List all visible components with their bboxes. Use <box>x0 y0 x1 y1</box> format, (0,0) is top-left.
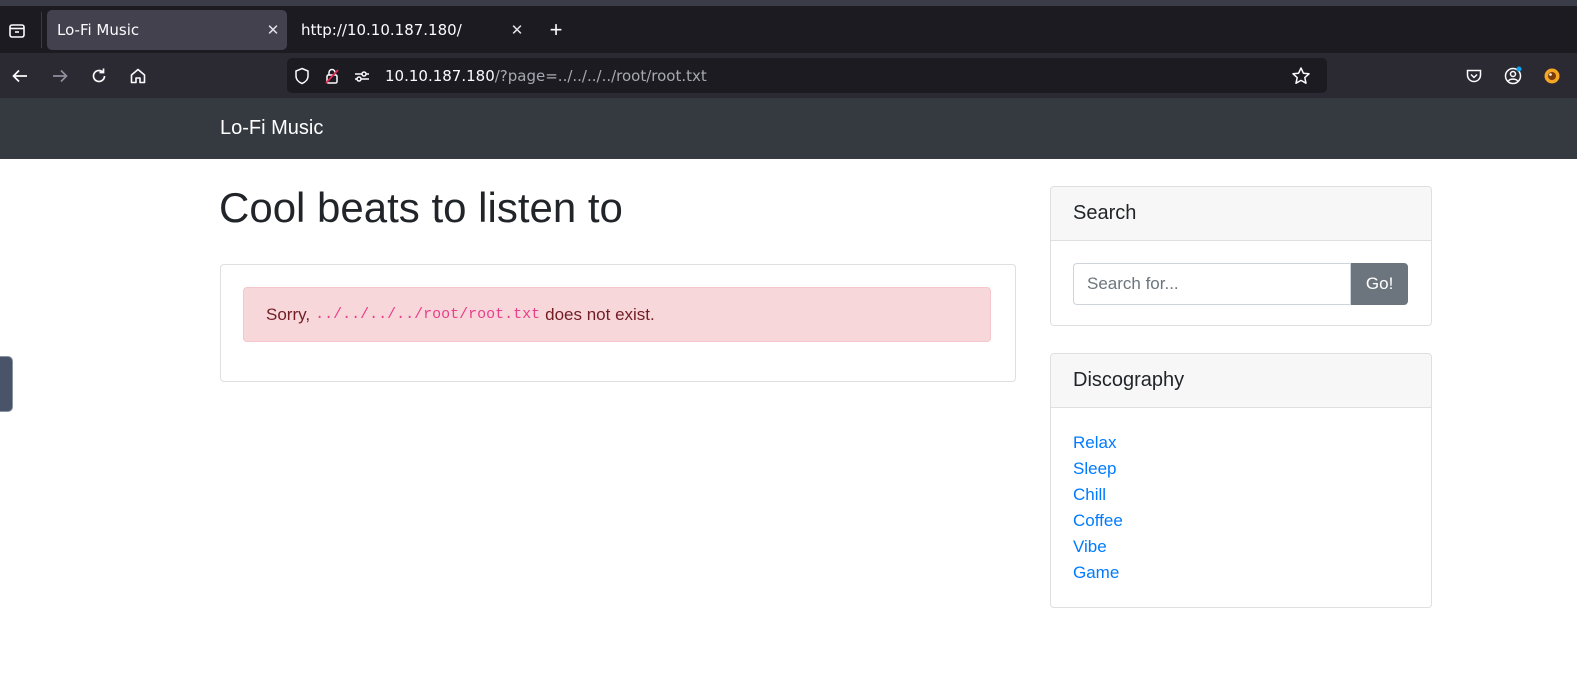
tab-overview-button[interactable] <box>2 14 32 46</box>
shield-icon[interactable] <box>291 65 313 87</box>
arrow-right-icon <box>53 69 68 83</box>
list-item: Relax <box>1073 433 1431 459</box>
discography-widget: Discography Relax Sleep Chill Coffee Vib… <box>1050 353 1432 608</box>
discography-link-sleep[interactable]: Sleep <box>1073 459 1116 478</box>
close-tab-icon[interactable]: ✕ <box>259 21 287 39</box>
discography-link-game[interactable]: Game <box>1073 563 1119 582</box>
discography-link-coffee[interactable]: Coffee <box>1073 511 1123 530</box>
account-button[interactable] <box>1498 61 1528 91</box>
tab-list-icon <box>9 24 25 38</box>
tab-separator <box>41 12 42 48</box>
bookmark-star-icon[interactable] <box>1290 65 1312 87</box>
forward-button[interactable] <box>45 61 75 91</box>
home-icon <box>130 68 146 84</box>
reload-icon <box>92 68 106 83</box>
tab-title: http://10.10.187.180/ <box>301 21 462 39</box>
extension-button[interactable] <box>1537 61 1567 91</box>
discography-link-relax[interactable]: Relax <box>1073 433 1116 452</box>
pocket-icon <box>1466 69 1482 83</box>
address-bar[interactable]: 10.10.187.180/?page=../../../../root/roo… <box>287 58 1327 93</box>
tab-active[interactable]: Lo-Fi Music ✕ <box>47 10 287 50</box>
url-path: /?page=../../../../root/root.txt <box>494 67 707 85</box>
search-widget: Search Go! <box>1050 186 1432 326</box>
new-tab-button[interactable]: + <box>541 15 571 45</box>
navigation-toolbar: 10.10.187.180/?page=../../../../root/roo… <box>0 53 1577 98</box>
alert-filename: ../../../../root/root.txt <box>315 306 541 323</box>
discography-link-vibe[interactable]: Vibe <box>1073 537 1107 556</box>
url-host: 10.10.187.180 <box>385 67 495 85</box>
search-input[interactable] <box>1073 263 1352 305</box>
search-heading: Search <box>1051 187 1431 241</box>
error-alert: Sorry, ../../../../root/root.txt does no… <box>243 287 991 342</box>
arrow-left-icon <box>12 69 27 83</box>
alert-suffix: does not exist. <box>545 304 655 324</box>
pocket-button[interactable] <box>1459 61 1489 91</box>
alert-prefix: Sorry, <box>266 304 311 324</box>
list-item: Sleep <box>1073 459 1431 485</box>
list-item: Chill <box>1073 485 1431 511</box>
tab-title: Lo-Fi Music <box>57 21 140 39</box>
plus-icon: + <box>549 17 563 42</box>
tab-inactive[interactable]: http://10.10.187.180/ ✕ <box>291 10 531 50</box>
reload-button[interactable] <box>84 61 114 91</box>
list-item: Vibe <box>1073 537 1431 563</box>
url-text[interactable]: 10.10.187.180/?page=../../../../root/roo… <box>385 67 707 85</box>
discography-link-chill[interactable]: Chill <box>1073 485 1106 504</box>
back-button[interactable] <box>5 61 35 91</box>
search-go-button[interactable]: Go! <box>1351 263 1408 305</box>
account-icon <box>1504 66 1522 85</box>
list-item: Coffee <box>1073 511 1431 537</box>
search-form: Go! <box>1073 263 1408 305</box>
page-title: Cool beats to listen to <box>219 184 623 231</box>
discography-list: Relax Sleep Chill Coffee Vibe Game <box>1051 408 1431 589</box>
discography-heading: Discography <box>1051 354 1431 408</box>
list-item: Game <box>1073 563 1431 589</box>
permissions-icon[interactable] <box>351 65 373 87</box>
side-panel-handle[interactable] <box>0 356 13 412</box>
close-tab-icon[interactable]: ✕ <box>503 21 531 39</box>
site-navbar: Lo-Fi Music <box>0 98 1577 159</box>
site-brand-link[interactable]: Lo-Fi Music <box>220 117 323 140</box>
extension-icon <box>1544 68 1560 84</box>
content-card: Sorry, ../../../../root/root.txt does no… <box>220 264 1016 382</box>
home-button[interactable] <box>123 61 153 91</box>
insecure-lock-icon[interactable] <box>321 65 343 87</box>
tab-bar: Lo-Fi Music ✕ http://10.10.187.180/ ✕ + <box>0 6 1577 53</box>
